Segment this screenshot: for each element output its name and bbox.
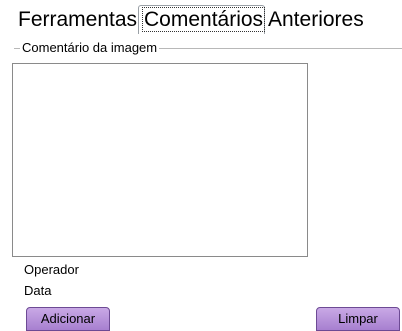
tab-ferramentas-label: Ferramentas [18, 8, 138, 31]
image-comment-legend: Comentário da imagem [20, 40, 160, 56]
operator-label: Operador [24, 262, 79, 277]
image-comment-textarea[interactable] [12, 63, 308, 257]
tab-anteriores[interactable]: Anteriores [268, 6, 368, 34]
date-label: Data [24, 283, 52, 298]
tab-ferramentas[interactable]: Ferramentas [18, 6, 138, 34]
tab-comentarios[interactable]: Comentários [138, 5, 266, 35]
tab-anteriores-label: Anteriores [268, 8, 364, 31]
add-button[interactable]: Adicionar [26, 307, 110, 331]
clear-button[interactable]: Limpar [316, 307, 400, 331]
tab-comentarios-label: Comentários [142, 7, 266, 32]
